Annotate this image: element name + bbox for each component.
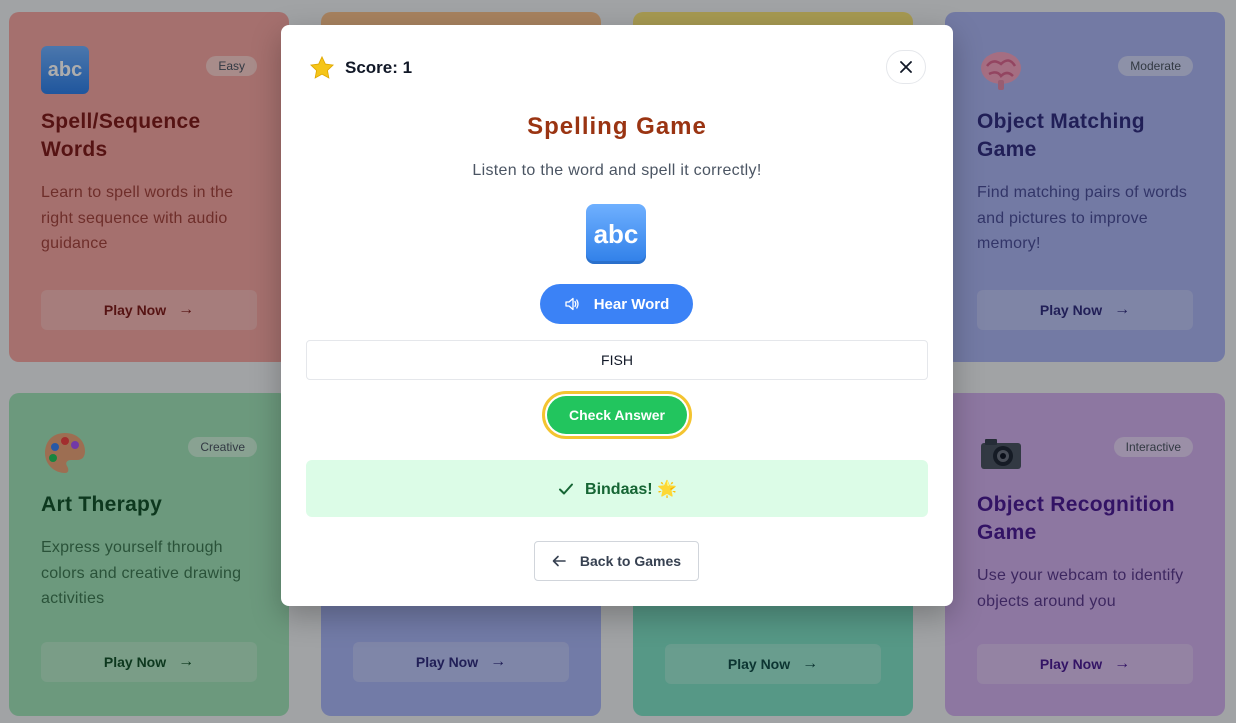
- back-to-games-label: Back to Games: [579, 553, 682, 569]
- hear-word-label: Hear Word: [593, 295, 670, 313]
- feedback-message: Bindaas! 🌟: [306, 460, 928, 517]
- abc-icon: abc: [586, 204, 646, 264]
- feedback-text: Bindaas! 🌟: [585, 480, 677, 498]
- score-text: Score: 1: [345, 58, 413, 77]
- checkmark-icon: [559, 483, 574, 494]
- answer-input[interactable]: [306, 340, 928, 380]
- check-answer-label: Check Answer: [547, 396, 687, 434]
- spelling-game-modal: Score: 1 Spelling Game Listen to the wor…: [281, 25, 953, 606]
- close-icon: [900, 61, 912, 73]
- instructions-text: Listen to the word and spell it correctl…: [472, 162, 762, 179]
- arrow-left-icon: [552, 555, 566, 567]
- modal-title: Spelling Game: [527, 113, 707, 140]
- abc-icon-label: abc: [593, 218, 639, 249]
- score-display: Score: 1: [309, 55, 412, 81]
- back-to-games-button[interactable]: Back to Games: [534, 541, 699, 581]
- hear-word-button[interactable]: Hear Word: [540, 284, 693, 324]
- speaker-icon: [565, 297, 579, 311]
- check-answer-button[interactable]: Check Answer: [542, 391, 692, 439]
- close-button[interactable]: [886, 50, 926, 84]
- star-icon: [309, 55, 335, 79]
